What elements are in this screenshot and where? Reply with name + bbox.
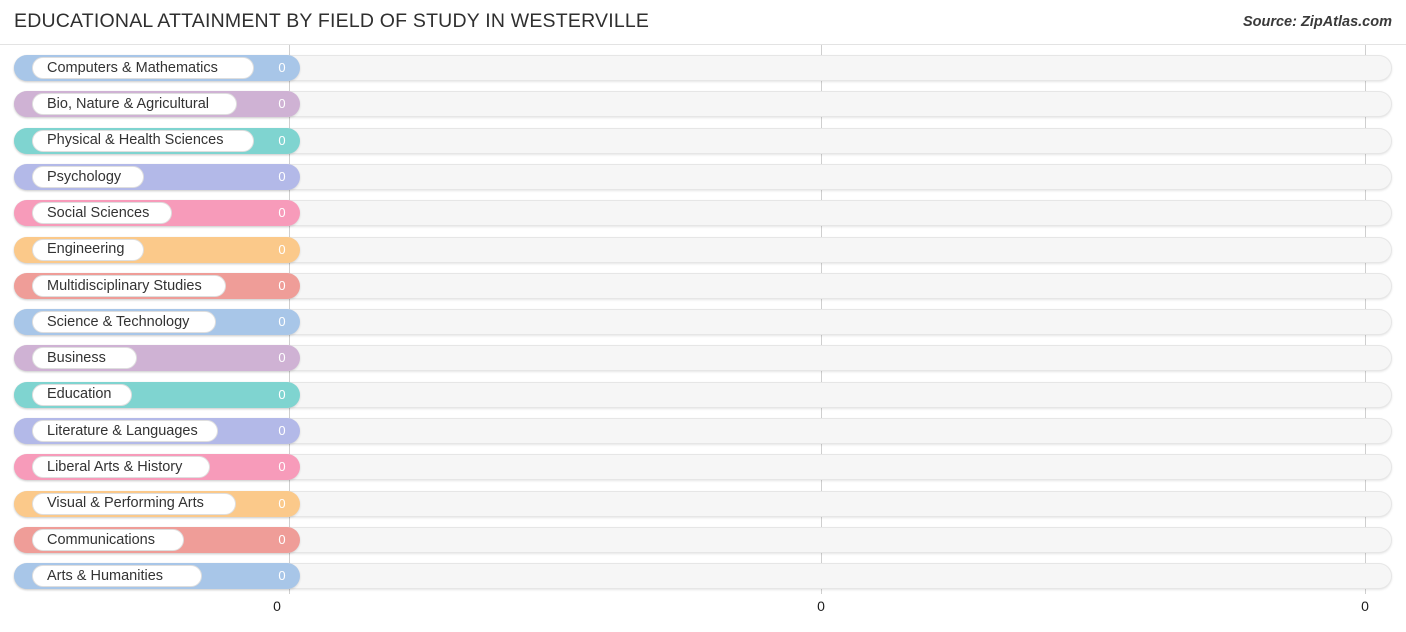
chart-plot-area: 0 Computers & Mathematics 0 Bio, Nature & A… <box>0 45 1406 594</box>
category-label-pill: Bio, Nature & Agricultural <box>32 93 237 116</box>
x-axis-tick-1: 0 <box>817 598 825 614</box>
bar-value-label: 0 <box>278 568 286 584</box>
chart-row: 0 Physical & Health Sciences <box>14 127 1392 154</box>
category-label-pill: Education <box>32 383 132 406</box>
x-axis-tick-0: 0 <box>273 598 281 614</box>
category-label-pill: Psychology <box>32 165 144 188</box>
category-label-pill: Engineering <box>32 238 144 261</box>
bar-value-label: 0 <box>278 60 286 75</box>
category-label: Multidisciplinary Studies <box>47 277 202 294</box>
category-label: Computers & Mathematics <box>47 59 218 76</box>
category-label: Bio, Nature & Agricultural <box>47 96 209 113</box>
chart-row: 0 Multidisciplinary Studies <box>14 272 1392 299</box>
chart-row: 0 Engineering <box>14 236 1392 263</box>
bar-value-label: 0 <box>278 459 286 475</box>
category-label: Business <box>47 350 106 367</box>
bar-value-label: 0 <box>278 386 286 402</box>
bar-value-label: 0 <box>278 168 286 184</box>
category-label: Liberal Arts & History <box>47 459 183 476</box>
category-label: Psychology <box>47 168 122 185</box>
chart-row: 0 Business <box>14 345 1392 372</box>
chart-header: EDUCATIONAL ATTAINMENT BY FIELD OF STUDY… <box>0 0 1406 45</box>
category-label-pill: Visual & Performing Arts <box>32 492 236 515</box>
chart-row: 0 Arts & Humanities <box>14 563 1392 590</box>
chart-row: 0 Education <box>14 381 1392 408</box>
chart-row: 0 Visual & Performing Arts <box>14 490 1392 517</box>
category-label: Visual & Performing Arts <box>47 495 204 512</box>
bar-value-label: 0 <box>278 314 286 330</box>
chart-row: 0 Liberal Arts & History <box>14 454 1392 481</box>
category-label: Communications <box>47 531 155 548</box>
category-label-pill: Business <box>32 347 137 370</box>
category-label: Arts & Humanities <box>47 567 164 584</box>
bar-value-label: 0 <box>278 423 286 438</box>
bar-value-label: 0 <box>278 96 286 112</box>
category-label-pill: Liberal Arts & History <box>32 456 210 479</box>
category-label-pill: Physical & Health Sciences <box>32 129 254 152</box>
chart-row: 0 Psychology <box>14 163 1392 190</box>
category-label-pill: Literature & Languages <box>32 420 218 442</box>
category-label-pill: Arts & Humanities <box>32 565 202 588</box>
category-label-pill: Communications <box>32 528 184 551</box>
category-label: Engineering <box>47 241 125 258</box>
chart-bar-rows: 0 Computers & Mathematics 0 Bio, Nature & A… <box>0 45 1406 594</box>
chart-row: 0 Computers & Mathematics <box>14 55 1392 81</box>
category-label: Science & Technology <box>47 313 190 330</box>
category-label: Education <box>47 386 112 403</box>
bar-value-label: 0 <box>278 350 286 366</box>
category-label-pill: Multidisciplinary Studies <box>32 274 226 297</box>
chart-row: 0 Science & Technology <box>14 309 1392 336</box>
bar-value-label: 0 <box>278 495 286 511</box>
bar-value-label: 0 <box>278 531 286 547</box>
category-label: Social Sciences <box>47 204 150 221</box>
bar-value-label: 0 <box>278 241 286 257</box>
category-label-pill: Science & Technology <box>32 311 216 334</box>
bar-value-label: 0 <box>278 205 286 221</box>
bar-value-label: 0 <box>278 277 286 293</box>
category-label-pill: Social Sciences <box>32 202 172 225</box>
chart-row: 0 Literature & Languages <box>14 418 1392 444</box>
category-label-pill: Computers & Mathematics <box>32 57 254 79</box>
x-axis-tick-2: 0 <box>1361 598 1369 614</box>
chart-row: 0 Bio, Nature & Agricultural <box>14 91 1392 118</box>
category-label: Literature & Languages <box>47 422 198 439</box>
category-label: Physical & Health Sciences <box>47 132 224 149</box>
chart-row: 0 Social Sciences <box>14 200 1392 227</box>
page-title: EDUCATIONAL ATTAINMENT BY FIELD OF STUDY… <box>14 10 650 32</box>
source-attribution: Source: ZipAtlas.com <box>1242 14 1392 30</box>
x-axis: 0 0 0 <box>0 594 1406 632</box>
chart-row: 0 Communications <box>14 526 1392 553</box>
bar-value-label: 0 <box>278 132 286 148</box>
